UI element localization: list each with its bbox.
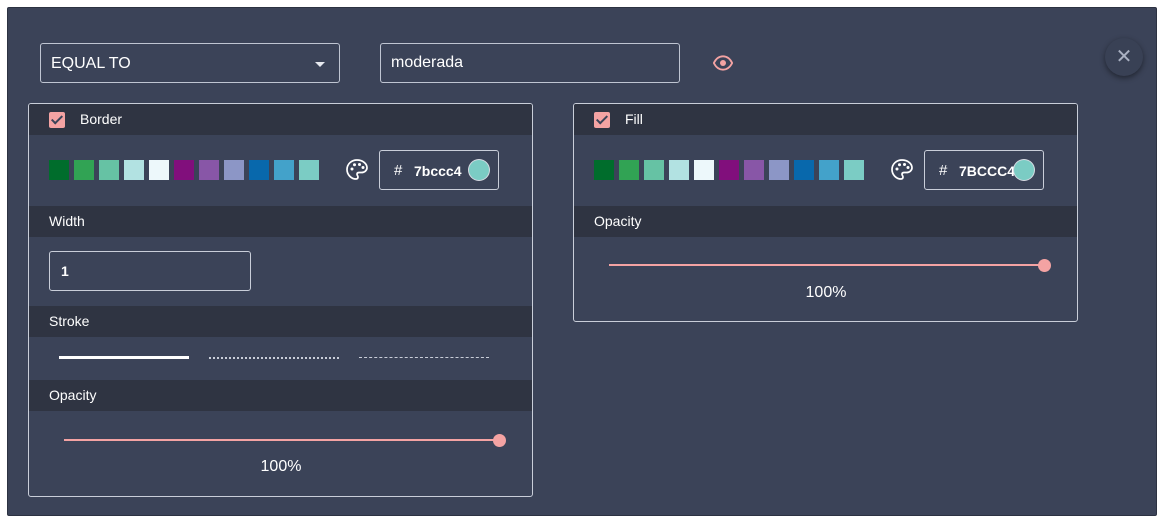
close-button[interactable]: ✕ bbox=[1105, 38, 1143, 76]
border-opacity-slider-thumb[interactable] bbox=[493, 434, 506, 447]
color-swatch[interactable] bbox=[669, 160, 689, 180]
color-swatch[interactable] bbox=[644, 160, 664, 180]
fill-header: Fill bbox=[574, 104, 1077, 135]
color-swatch[interactable] bbox=[844, 160, 864, 180]
border-header: Border bbox=[29, 104, 532, 135]
color-swatch[interactable] bbox=[124, 160, 144, 180]
color-swatch[interactable] bbox=[719, 160, 739, 180]
style-rule-dialog: EQUAL TO moderada ✕ Border # 7bccc4 Widt… bbox=[7, 7, 1157, 516]
border-opacity-value: 100% bbox=[260, 458, 302, 475]
color-swatch[interactable] bbox=[249, 160, 269, 180]
condition-value-input[interactable]: moderada bbox=[380, 43, 680, 83]
stroke-dotted-option[interactable] bbox=[209, 357, 339, 359]
border-width-input[interactable]: 1 bbox=[49, 251, 251, 291]
operator-select-value: EQUAL TO bbox=[51, 55, 131, 72]
fill-opacity-label: Opacity bbox=[594, 213, 642, 229]
color-swatch[interactable] bbox=[819, 160, 839, 180]
fill-checkbox[interactable] bbox=[594, 112, 610, 128]
color-swatch[interactable] bbox=[694, 160, 714, 180]
color-swatch[interactable] bbox=[224, 160, 244, 180]
border-title: Border bbox=[80, 111, 123, 127]
width-label: Width bbox=[49, 213, 85, 229]
color-swatch[interactable] bbox=[769, 160, 789, 180]
color-swatch[interactable] bbox=[274, 160, 294, 180]
color-swatch[interactable] bbox=[299, 160, 319, 180]
color-swatch[interactable] bbox=[744, 160, 764, 180]
width-section-header: Width bbox=[29, 206, 532, 237]
stroke-dashed-option[interactable] bbox=[359, 357, 489, 358]
border-color-preview[interactable] bbox=[469, 160, 489, 180]
color-swatch[interactable] bbox=[174, 160, 194, 180]
color-swatch[interactable] bbox=[74, 160, 94, 180]
stroke-section-header: Stroke bbox=[29, 306, 532, 337]
hex-prefix: # bbox=[394, 162, 403, 179]
border-hex-input[interactable]: # 7bccc4 bbox=[379, 150, 499, 190]
palette-icon[interactable] bbox=[890, 158, 914, 182]
fill-opacity-slider-track[interactable] bbox=[609, 264, 1044, 266]
color-swatch[interactable] bbox=[49, 160, 69, 180]
color-swatch[interactable] bbox=[794, 160, 814, 180]
fill-color-preview[interactable] bbox=[1014, 160, 1034, 180]
operator-select[interactable]: EQUAL TO bbox=[40, 43, 340, 83]
color-swatch[interactable] bbox=[99, 160, 119, 180]
color-swatch[interactable] bbox=[149, 160, 169, 180]
close-icon: ✕ bbox=[1115, 46, 1133, 68]
fill-opacity-value: 100% bbox=[805, 284, 847, 301]
fill-hex-input[interactable]: # 7BCCC4 bbox=[924, 150, 1044, 190]
color-swatch[interactable] bbox=[199, 160, 219, 180]
fill-swatch-row bbox=[594, 160, 864, 180]
fill-opacity-section-header: Opacity bbox=[574, 206, 1077, 237]
border-opacity-slider-track[interactable] bbox=[64, 439, 499, 441]
stroke-solid-option[interactable] bbox=[59, 356, 189, 359]
color-swatch[interactable] bbox=[594, 160, 614, 180]
border-checkbox[interactable] bbox=[49, 112, 65, 128]
eye-icon[interactable] bbox=[713, 53, 733, 73]
border-swatch-row bbox=[49, 160, 319, 180]
palette-icon[interactable] bbox=[345, 158, 369, 182]
stroke-label: Stroke bbox=[49, 313, 90, 329]
border-opacity-section-header: Opacity bbox=[29, 380, 532, 411]
fill-hex-value: 7BCCC4 bbox=[959, 163, 1016, 179]
caret-down-icon bbox=[315, 62, 325, 67]
border-opacity-label: Opacity bbox=[49, 387, 97, 403]
color-swatch[interactable] bbox=[619, 160, 639, 180]
border-panel: Border # 7bccc4 Width 1 Stroke Opacity 1… bbox=[28, 103, 533, 497]
hex-prefix: # bbox=[939, 162, 948, 179]
fill-opacity-slider-thumb[interactable] bbox=[1038, 259, 1051, 272]
fill-title: Fill bbox=[625, 111, 643, 127]
border-hex-value: 7bccc4 bbox=[414, 163, 462, 179]
fill-panel: Fill # 7BCCC4 Opacity 100% bbox=[573, 103, 1078, 322]
